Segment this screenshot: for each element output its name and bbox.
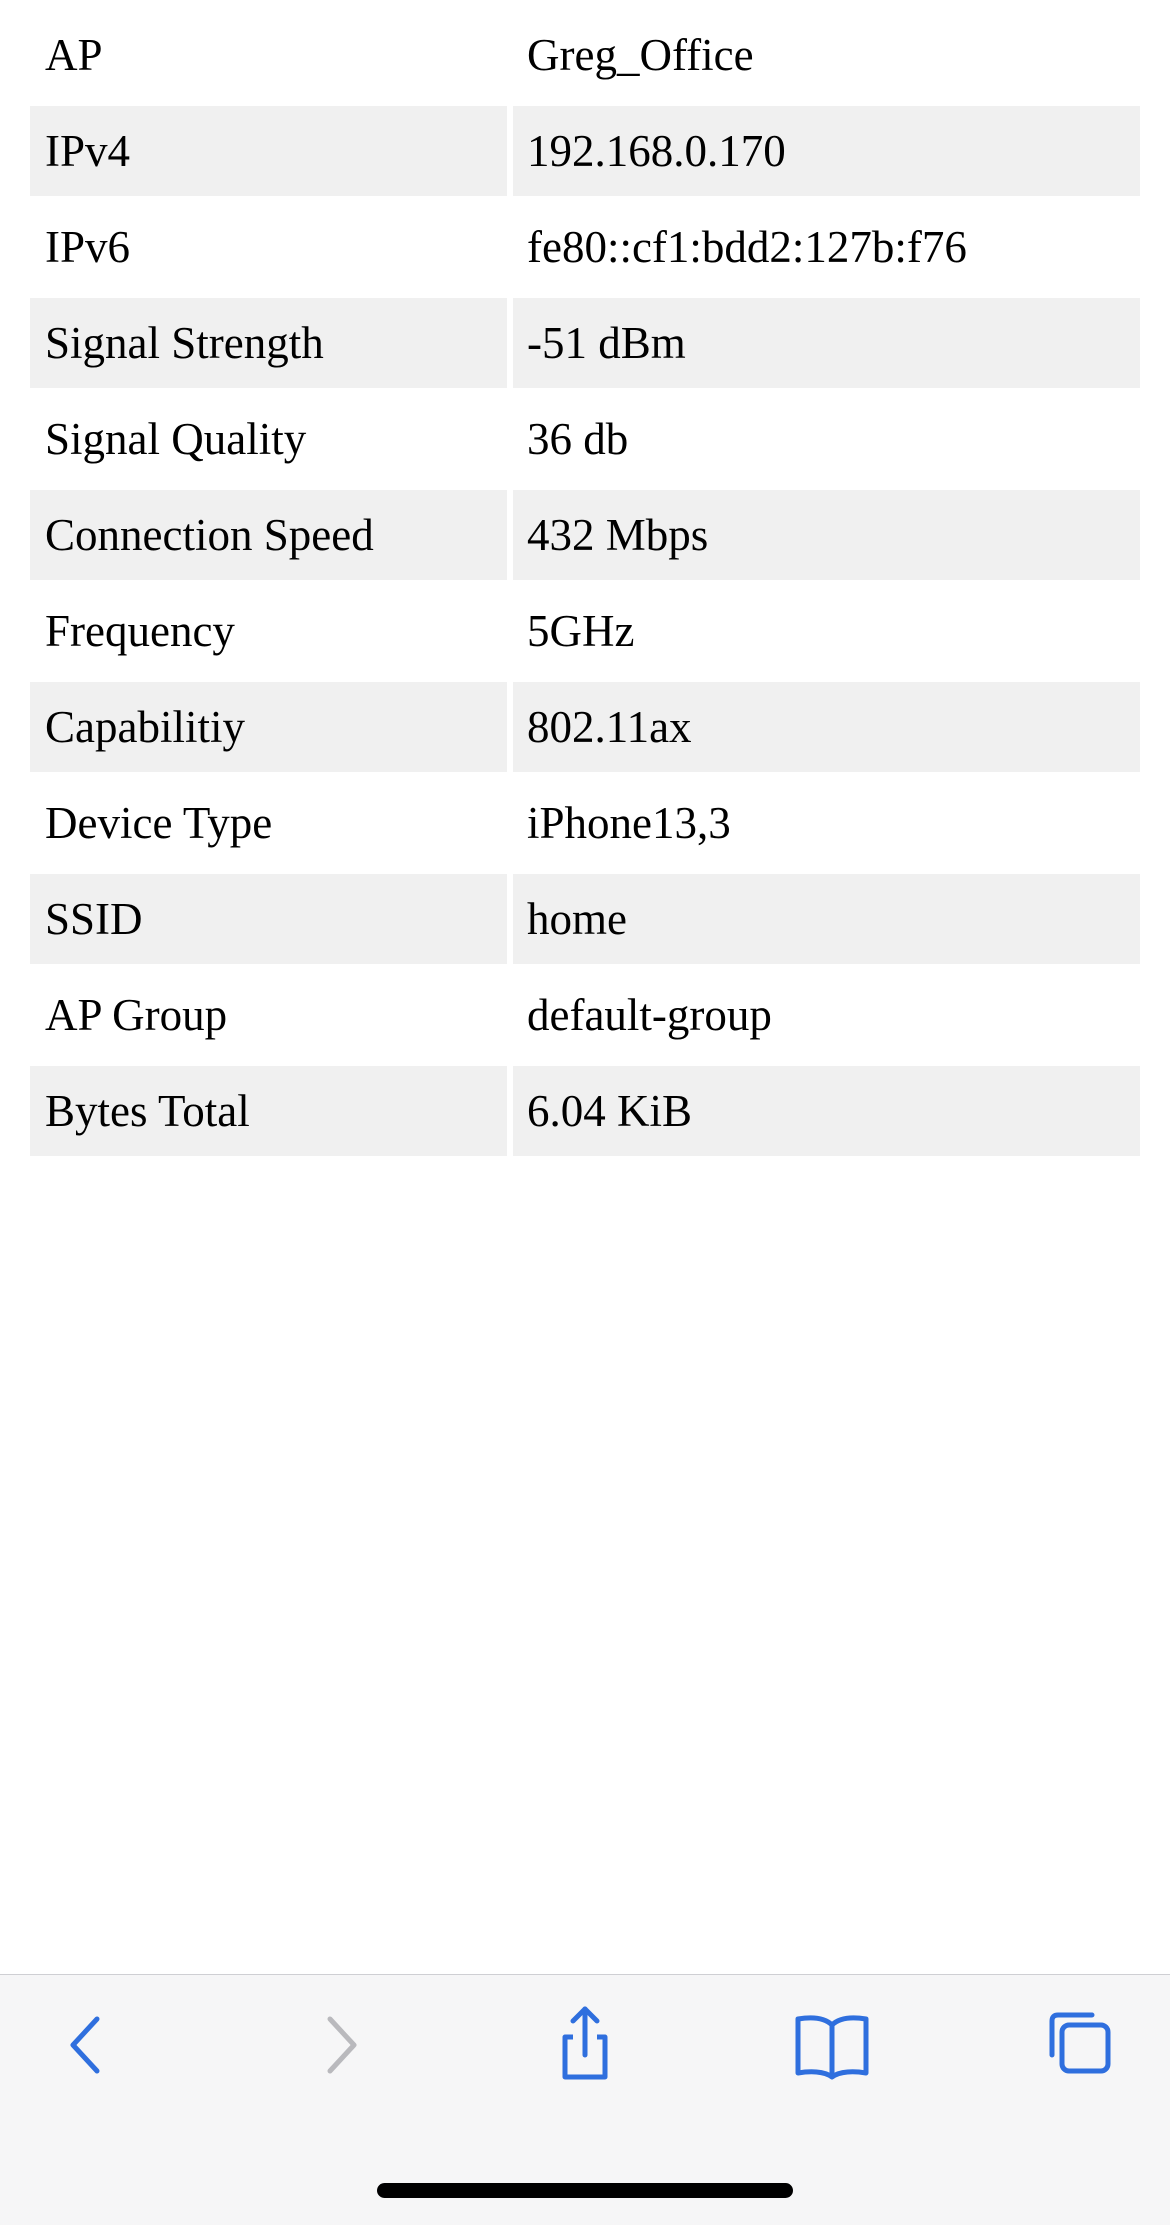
table-row: Device Type iPhone13,3 — [30, 778, 1140, 868]
tabs-button[interactable] — [1030, 1995, 1130, 2095]
share-button[interactable] — [535, 1995, 635, 2095]
row-value: fe80::cf1:bdd2:127b:f76 — [527, 222, 967, 272]
row-label: IPv4 — [30, 106, 507, 196]
row-value: -51 dBm — [513, 298, 1140, 388]
row-value: 6.04 KiB — [513, 1066, 1140, 1156]
table-row: AP Group default-group — [30, 970, 1140, 1060]
table-row: Signal Quality 36 db — [30, 394, 1140, 484]
bookmarks-button[interactable] — [782, 1995, 882, 2095]
info-table: AP Greg_Office IPv4 192.168.0.170 IPv6 f… — [30, 10, 1140, 1162]
table-row: Frequency 5GHz — [30, 586, 1140, 676]
table-row: IPv4 192.168.0.170 — [30, 106, 1140, 196]
home-indicator — [377, 2183, 793, 2198]
row-label: IPv6 — [45, 222, 131, 272]
share-icon — [562, 2006, 608, 2080]
chevron-left-icon — [70, 2016, 100, 2074]
row-value: home — [513, 874, 1140, 964]
row-label: Signal Strength — [30, 298, 507, 388]
table-row: IPv6 fe80::cf1:bdd2:127b:f76 — [30, 202, 1140, 292]
table-row: Bytes Total 6.04 KiB — [30, 1066, 1140, 1156]
row-value: 36 db — [527, 414, 629, 464]
row-label: Signal Quality — [45, 414, 307, 464]
table-row: AP Greg_Office — [30, 10, 1140, 100]
tabs-icon — [1049, 2012, 1111, 2074]
row-label: Capabilitiy — [30, 682, 507, 772]
table-row: SSID home — [30, 874, 1140, 964]
row-label: Frequency — [45, 606, 235, 656]
chevron-right-icon — [327, 2016, 357, 2074]
row-label: AP Group — [45, 990, 228, 1040]
row-value: 432 Mbps — [513, 490, 1140, 580]
table-row: Signal Strength -51 dBm — [30, 298, 1140, 388]
row-value: iPhone13,3 — [527, 798, 731, 848]
row-label: Device Type — [45, 798, 273, 848]
table-row: Capabilitiy 802.11ax — [30, 682, 1140, 772]
row-value: 192.168.0.170 — [513, 106, 1140, 196]
forward-button[interactable] — [290, 1995, 390, 2095]
row-label: Connection Speed — [30, 490, 507, 580]
book-icon — [795, 2015, 869, 2080]
row-label: AP — [45, 30, 103, 80]
row-value: 802.11ax — [513, 682, 1140, 772]
row-label: SSID — [30, 874, 507, 964]
row-value: 5GHz — [527, 606, 635, 656]
row-value: Greg_Office — [527, 30, 754, 80]
row-value: default-group — [527, 990, 772, 1040]
row-label: Bytes Total — [30, 1066, 507, 1156]
table-row: Connection Speed 432 Mbps — [30, 490, 1140, 580]
back-button[interactable] — [37, 1995, 137, 2095]
